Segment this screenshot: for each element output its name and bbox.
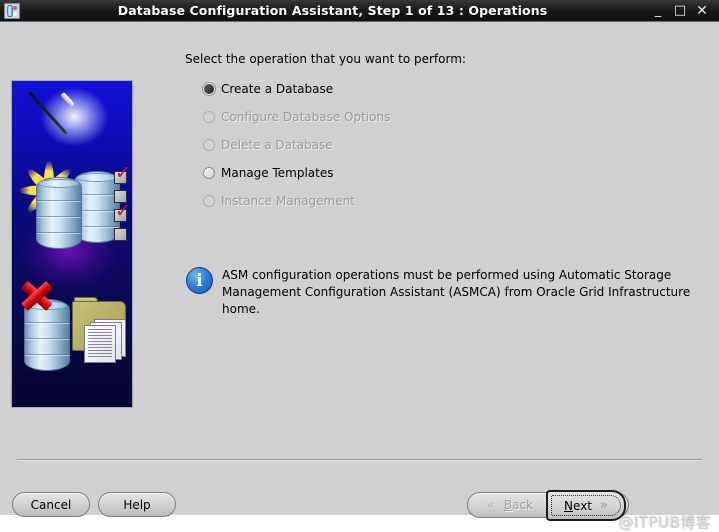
magic-wand-icon [30, 91, 82, 143]
info-glyph: i [187, 270, 212, 292]
close-icon[interactable]: ✕ [691, 0, 713, 22]
instruction-label: Select the operation that you want to pe… [185, 52, 466, 66]
cylinder-ring [24, 338, 70, 339]
radio-label-delete-a-database: Delete a Database [221, 138, 333, 152]
wizard-illustration: ✓ ✓ [11, 80, 133, 408]
info-icon: i [186, 267, 213, 294]
database-cylinder-create-icon [36, 177, 82, 249]
radio-option-delete-a-database: Delete a Database [203, 131, 623, 159]
folder-documents-templates-icon [72, 297, 130, 359]
radio-option-configure-database-options: Configure Database Options [203, 103, 623, 131]
cylinder-top [38, 179, 80, 188]
dialog-content: ✓ ✓ [0, 22, 719, 515]
cancel-button[interactable]: Cancel [12, 492, 90, 517]
radio-option-create-a-database[interactable]: Create a Database [203, 75, 623, 103]
help-button[interactable]: Help [98, 492, 176, 517]
wand-tip [60, 92, 74, 107]
document-text-lines [88, 329, 112, 359]
radio-label-manage-templates: Manage Templates [221, 166, 334, 180]
operation-radio-group: Create a Database Configure Database Opt… [203, 75, 623, 215]
minimize-icon[interactable]: _ [647, 0, 669, 22]
checkmark-icon: ✓ [115, 202, 131, 221]
chevron-left-icon: « [487, 499, 495, 512]
next-button-label: Next [564, 499, 592, 513]
info-message-line-1: ASM configuration operations must be per… [222, 267, 696, 284]
radio-label-instance-management: Instance Management [221, 194, 355, 208]
db-icon-dot-magenta [13, 6, 17, 10]
back-button: « Back [476, 496, 544, 514]
radio-button-delete-a-database [203, 139, 215, 151]
radio-button-configure-database-options [203, 111, 215, 123]
cylinder-ring [24, 322, 70, 323]
radio-button-create-a-database[interactable] [203, 83, 215, 95]
radio-button-manage-templates[interactable] [203, 167, 215, 179]
info-message: i ASM configuration operations must be p… [186, 266, 696, 318]
maximize-icon[interactable]: □ [669, 0, 691, 22]
radio-option-manage-templates[interactable]: Manage Templates [203, 159, 623, 187]
cylinder-ring [36, 216, 82, 217]
db-icon-dot-white [13, 12, 17, 16]
next-button[interactable]: Next » [546, 490, 626, 521]
radio-button-instance-management [203, 195, 215, 207]
back-button-label: Back [504, 498, 533, 512]
db-icon-cylinder [7, 5, 13, 17]
footer-separator [17, 459, 702, 461]
cylinder-ring [36, 232, 82, 233]
application-window: Database Configuration Assistant, Step 1… [0, 0, 719, 515]
document-page [84, 325, 116, 363]
window-title: Database Configuration Assistant, Step 1… [20, 3, 647, 18]
info-message-line-2: Management Configuration Assistant (ASMC… [222, 284, 696, 318]
chevron-right-icon: » [600, 499, 608, 512]
radio-option-instance-management: Instance Management [203, 187, 623, 215]
window-titlebar: Database Configuration Assistant, Step 1… [0, 0, 719, 22]
checklist-box [114, 228, 127, 241]
cylinder-ring [36, 200, 82, 201]
red-x-delete-icon [20, 279, 54, 313]
database-app-icon [4, 3, 20, 19]
radio-label-configure-database-options: Configure Database Options [221, 110, 390, 124]
checklist-icon: ✓ ✓ [112, 169, 133, 245]
cylinder-ring [24, 354, 70, 355]
wizard-navigation-group: « Back Next » [467, 492, 629, 518]
radio-label-create-a-database: Create a Database [221, 82, 333, 96]
info-message-text: ASM configuration operations must be per… [222, 266, 696, 318]
checkmark-icon: ✓ [115, 164, 131, 183]
